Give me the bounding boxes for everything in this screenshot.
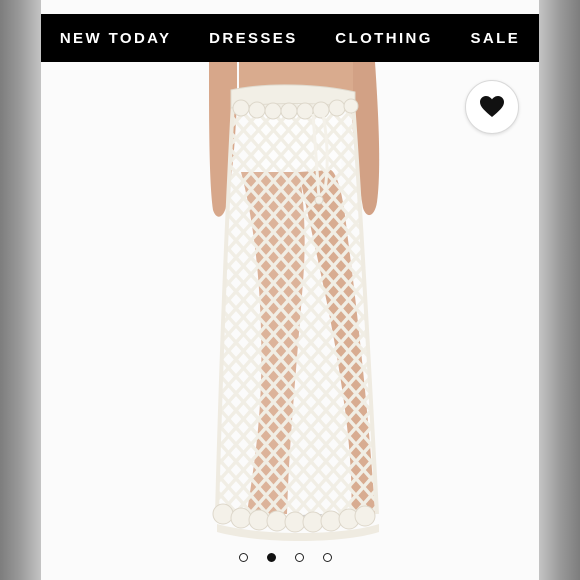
- crochet-maxi-skirt-photo: [209, 62, 380, 541]
- heart-icon: [479, 95, 505, 119]
- nav-new-today[interactable]: NEW TODAY: [60, 30, 172, 47]
- carousel-dot-4[interactable]: [323, 553, 332, 562]
- main-nav: NEW TODAY DRESSES CLOTHING SALE: [41, 14, 539, 62]
- product-photo[interactable]: [41, 62, 539, 580]
- nav-dresses[interactable]: DRESSES: [209, 30, 298, 47]
- carousel-indicator: [239, 553, 332, 562]
- nav-sale[interactable]: SALE: [471, 30, 521, 47]
- carousel-dot-3[interactable]: [295, 553, 304, 562]
- carousel-dot-1[interactable]: [239, 553, 248, 562]
- listing-frame: NEW TODAY DRESSES CLOTHING SALE: [41, 0, 539, 580]
- top-strip: [41, 0, 539, 14]
- favorite-button[interactable]: [465, 80, 519, 134]
- carousel-dot-2[interactable]: [267, 553, 276, 562]
- nav-clothing[interactable]: CLOTHING: [335, 30, 433, 47]
